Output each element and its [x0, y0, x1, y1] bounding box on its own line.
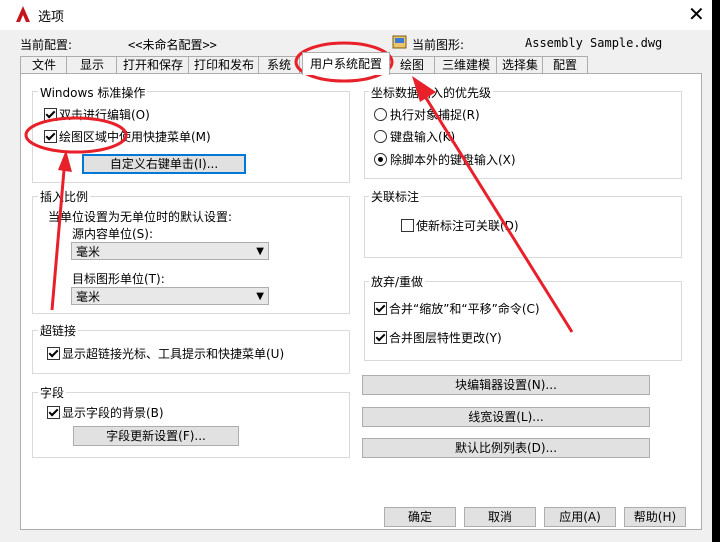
- close-icon[interactable]: ✕: [688, 2, 705, 26]
- assoc-dim-title: 关联标注: [369, 188, 422, 205]
- default-scale-list-button[interactable]: 默认比例列表(D)...: [362, 438, 650, 458]
- combine-zoom-pan-checkbox[interactable]: [374, 302, 387, 315]
- hyperlink-checkbox[interactable]: [47, 347, 60, 360]
- field-background-checkbox[interactable]: [47, 406, 60, 419]
- tab-display[interactable]: 显示: [66, 56, 118, 74]
- tab-drafting[interactable]: 绘图: [388, 56, 436, 74]
- combine-layer-changes-label: 合并图层特性更改(Y): [389, 331, 502, 345]
- cancel-button[interactable]: 取消: [464, 507, 536, 527]
- source-units-value: 毫米: [76, 245, 101, 259]
- insert-scale-title: 插入比例: [38, 188, 91, 205]
- chevron-down-icon: ▼: [256, 246, 264, 257]
- apply-button[interactable]: 应用(A): [544, 507, 616, 527]
- fields-title: 字段: [38, 384, 67, 401]
- tab-user-preferences[interactable]: 用户系统配置: [302, 52, 390, 75]
- osnap-radio[interactable]: [374, 108, 387, 121]
- hyperlink-title: 超链接: [38, 322, 79, 339]
- tab-plot-publish[interactable]: 打印和发布: [188, 56, 260, 74]
- source-units-label: 源内容单位(S):: [72, 227, 154, 241]
- target-units-label: 目标图形单位(T):: [72, 272, 165, 286]
- drawing-file-icon: [392, 35, 407, 49]
- keyboard-except-scripts-label: 除脚本外的键盘输入(X): [390, 153, 516, 167]
- block-editor-settings-button[interactable]: 块编辑器设置(N)...: [362, 375, 650, 395]
- tab-profiles[interactable]: 配置: [542, 56, 588, 74]
- fields-group: [32, 392, 350, 458]
- undo-redo-title: 放弃/重做: [369, 273, 426, 290]
- target-units-select[interactable]: 毫米 ▼: [71, 287, 269, 305]
- coord-priority-title: 坐标数据输入的优先级: [369, 84, 494, 101]
- current-drawing-label: 当前图形:: [412, 38, 465, 52]
- window-title: 选项: [38, 10, 65, 25]
- tab-system[interactable]: 系统: [258, 56, 300, 74]
- custom-right-click-button[interactable]: 自定义右键单击(I)...: [82, 154, 246, 174]
- ok-button[interactable]: 确定: [384, 507, 456, 527]
- shortcut-menu-label: 绘图区域中使用快捷菜单(M): [59, 130, 211, 144]
- chevron-down-icon: ▼: [256, 291, 264, 302]
- tab-3d-modeling[interactable]: 三维建模: [434, 56, 498, 74]
- keyboard-radio[interactable]: [374, 130, 387, 143]
- dblclick-edit-label: 双击进行编辑(O): [59, 108, 150, 122]
- osnap-label: 执行对象捕捉(R): [390, 108, 480, 122]
- undo-redo-group: [364, 281, 682, 361]
- shortcut-menu-checkbox[interactable]: [44, 130, 57, 143]
- combine-layer-changes-checkbox[interactable]: [374, 331, 387, 344]
- title-bar: 选项 ✕: [0, 0, 712, 30]
- combine-zoom-pan-label: 合并“缩放”和“平移”命令(C): [389, 302, 540, 316]
- tab-selection[interactable]: 选择集: [496, 56, 544, 74]
- current-drawing-value: Assembly Sample.dwg: [525, 36, 663, 50]
- keyboard-except-scripts-radio[interactable]: [374, 153, 387, 166]
- current-profile-value: <<未命名配置>>: [128, 38, 217, 52]
- options-dialog: 选项 ✕ 当前配置: <<未命名配置>> 当前图形: Assembly Samp…: [0, 0, 712, 542]
- tab-open-save[interactable]: 打开和保存: [116, 56, 190, 74]
- autocad-logo-icon: [16, 6, 30, 22]
- assoc-dim-label: 使新标注可关联(D): [416, 219, 519, 233]
- target-units-value: 毫米: [76, 290, 101, 304]
- current-profile-label: 当前配置:: [20, 38, 73, 52]
- field-background-label: 显示字段的背景(B): [62, 406, 164, 420]
- insert-scale-desc: 当单位设置为无单位时的默认设置:: [48, 210, 233, 224]
- dblclick-edit-checkbox[interactable]: [44, 108, 57, 121]
- hyperlink-label: 显示超链接光标、工具提示和快捷菜单(U): [62, 347, 285, 361]
- assoc-dim-checkbox[interactable]: [401, 219, 414, 232]
- tab-files[interactable]: 文件: [20, 56, 68, 74]
- windows-ops-title: Windows 标准操作: [38, 84, 148, 101]
- keyboard-label: 键盘输入(K): [390, 130, 456, 144]
- lineweight-settings-button[interactable]: 线宽设置(L)...: [362, 407, 650, 427]
- field-update-settings-button[interactable]: 字段更新设置(F)...: [73, 426, 239, 446]
- source-units-select[interactable]: 毫米 ▼: [71, 242, 269, 260]
- help-button[interactable]: 帮助(H): [624, 507, 686, 527]
